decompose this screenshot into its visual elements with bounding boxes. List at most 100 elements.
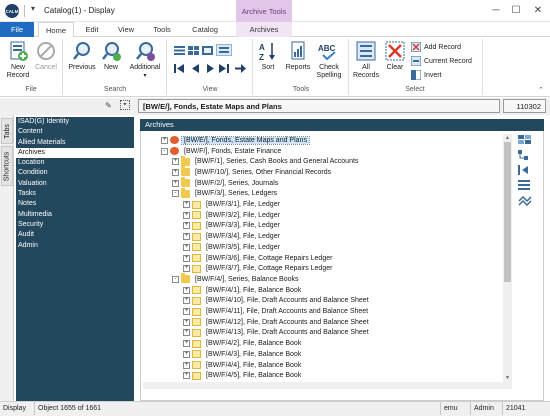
current-record-button[interactable]: Current Record	[410, 55, 472, 67]
media-view-icon[interactable]	[202, 46, 213, 55]
expand-icon[interactable]: +	[183, 201, 190, 209]
first-record-icon[interactable]	[174, 64, 185, 73]
expand-icon[interactable]: +	[161, 136, 168, 144]
previous-search-button[interactable]: Previous	[66, 40, 98, 72]
tree-row[interactable]: + [BW/F/4/1], File, Balance Book	[183, 285, 303, 296]
tree-tool-grid-icon[interactable]	[518, 135, 532, 145]
tree-row[interactable]: + [BW/F/3/2], File, Ledger	[183, 210, 282, 221]
reports-button[interactable]: Reports	[283, 40, 313, 72]
tab-catalog[interactable]: Catalog	[186, 22, 224, 37]
last-record-icon[interactable]	[219, 64, 230, 73]
tree-tool-hierarchy-icon[interactable]	[518, 150, 532, 160]
tree-row[interactable]: - [BW/F/3/], Series, Ledgers	[172, 187, 279, 200]
all-records-button[interactable]: All Records	[352, 40, 380, 80]
clear-selection-button[interactable]: Clear	[383, 40, 407, 72]
scroll-down-icon[interactable]: ▼	[503, 374, 512, 382]
tab-tools[interactable]: Tools	[147, 22, 177, 37]
nav-item-multimedia[interactable]: Multimedia	[16, 210, 134, 220]
nav-item-notes[interactable]: Notes	[16, 199, 134, 209]
expand-icon[interactable]: +	[183, 350, 190, 358]
tree-tool-list-icon[interactable]	[518, 180, 532, 190]
expand-icon[interactable]: +	[183, 372, 190, 380]
expand-icon[interactable]: +	[172, 168, 179, 176]
tree-row[interactable]: + [BW/F/3/6], File, Cottage Repairs Ledge…	[183, 253, 334, 264]
tab-edit[interactable]: Edit	[79, 22, 105, 37]
sort-button[interactable]: AZ Sort	[257, 40, 279, 72]
collapse-ribbon-icon[interactable]: ⌃	[538, 86, 544, 94]
scrollbar-thumb[interactable]	[504, 142, 511, 282]
tree-row[interactable]: + [BW/F/3/7], File, Cottage Repairs Ledge…	[183, 263, 334, 274]
tree-tool-move-icon[interactable]	[518, 165, 532, 175]
expand-icon[interactable]: +	[183, 265, 190, 273]
expand-icon[interactable]: +	[183, 340, 190, 348]
quick-access-dropdown-icon[interactable]: ▾	[31, 4, 35, 13]
tree-row[interactable]: - [BW/F/4/], Series, Balance Books	[172, 273, 301, 285]
tab-archives[interactable]: Archives	[236, 22, 292, 37]
expand-icon[interactable]: +	[172, 179, 179, 187]
expand-icon[interactable]: +	[183, 297, 190, 305]
expand-icon[interactable]: +	[183, 329, 190, 337]
tree-tool-relink-icon[interactable]	[518, 195, 532, 207]
tree-row[interactable]: + [BW/F/4/3], File, Balance Book	[183, 349, 303, 360]
tab-tabs-vertical[interactable]: Tabs	[1, 118, 13, 144]
focus-icon[interactable]: ⌖	[120, 100, 130, 110]
nav-item-valuation[interactable]: Valuation	[16, 179, 134, 189]
tree-row[interactable]: + [BW/F/3/5], File, Ledger	[183, 242, 282, 253]
tree-row[interactable]: + [BW/F/3/4], File, Ledger	[183, 231, 282, 242]
add-record-button[interactable]: Add Record	[410, 41, 461, 53]
collapse-icon[interactable]: -	[172, 275, 179, 283]
tree-row[interactable]: + [BW/F/4/11], File, Draft Accounts and B…	[183, 306, 370, 317]
nav-item-admin[interactable]: Admin	[16, 241, 134, 251]
tree-row[interactable]: + [BW/F/1], Series, Cash Books and Genera…	[172, 155, 360, 167]
nav-item-allied-materials[interactable]: Allied Materials	[16, 138, 134, 148]
tree-row[interactable]: + [BW/F/4/12], File, Draft Accounts and B…	[183, 317, 371, 328]
tree-row[interactable]: + [BW/F/4/4], File, Balance Book	[183, 360, 303, 371]
new-record-button[interactable]: New Record	[4, 40, 32, 80]
grid-view-icon[interactable]	[188, 46, 199, 55]
tree-row[interactable]: + [BW/F/4/10], File, Draft Accounts and B…	[183, 296, 371, 307]
tree-row[interactable]: + [BW/F/3/1], File, Ledger	[183, 199, 282, 210]
invert-selection-button[interactable]: Invert	[410, 69, 442, 81]
expand-icon[interactable]: +	[183, 243, 190, 251]
expand-icon[interactable]: +	[183, 361, 190, 369]
nav-item-archives[interactable]: Archives	[16, 147, 134, 159]
check-spelling-button[interactable]: ABC Check Spelling	[314, 40, 344, 80]
detail-view-icon[interactable]	[216, 44, 232, 56]
tree-row[interactable]: + [BW/F/4/13], File, Draft Accounts and B…	[183, 328, 371, 339]
list-view-icon[interactable]	[174, 46, 185, 55]
tree-row[interactable]: - [BW/F/], Fonds, Estate Finance	[161, 146, 283, 157]
collapse-icon[interactable]: -	[161, 147, 168, 155]
expand-icon[interactable]: +	[183, 254, 190, 262]
goto-record-icon[interactable]	[235, 64, 246, 73]
next-record-icon[interactable]	[205, 64, 216, 73]
cancel-button[interactable]: Cancel	[33, 40, 59, 72]
nav-item-content[interactable]: Content	[16, 127, 134, 137]
collapse-icon[interactable]: -	[172, 190, 179, 198]
maximize-button[interactable]: ☐	[508, 2, 524, 18]
nav-item-location[interactable]: Location	[16, 158, 134, 168]
expand-icon[interactable]: +	[183, 222, 190, 230]
scroll-up-icon[interactable]: ▲	[503, 134, 512, 142]
tree-row[interactable]: + [BW/F/10/], Series, Other Financial Rec…	[172, 166, 333, 178]
minimize-button[interactable]: ─	[488, 2, 504, 18]
tab-file[interactable]: File	[0, 22, 34, 37]
expand-icon[interactable]: +	[172, 158, 179, 166]
tab-shortcuts-vertical[interactable]: Shortcuts	[1, 146, 13, 186]
nav-item-audit[interactable]: Audit	[16, 230, 134, 240]
nav-item-condition[interactable]: Condition	[16, 168, 134, 178]
tree-row[interactable]: + [BW/F/2/], Series, Journals	[172, 177, 280, 189]
wand-icon[interactable]: ✎	[105, 101, 112, 110]
nav-item-isad-g-identity[interactable]: ISAD(G) Identity	[16, 117, 134, 127]
close-button[interactable]: ✕	[530, 2, 546, 18]
new-search-button[interactable]: New	[100, 40, 122, 72]
expand-icon[interactable]: +	[183, 286, 190, 294]
tree-row[interactable]: + [BW/E/], Fonds, Estate Maps and Plans	[161, 135, 310, 146]
horizontal-scrollbar[interactable]	[143, 382, 512, 389]
expand-icon[interactable]: +	[183, 308, 190, 316]
additional-search-button[interactable]: Additional ▾	[126, 40, 164, 80]
expand-icon[interactable]: +	[183, 211, 190, 219]
tab-view[interactable]: View	[112, 22, 140, 37]
nav-item-security[interactable]: Security	[16, 220, 134, 230]
tree-row[interactable]: + [BW/F/3/3], File, Ledger	[183, 221, 282, 232]
nav-item-tasks[interactable]: Tasks	[16, 189, 134, 199]
